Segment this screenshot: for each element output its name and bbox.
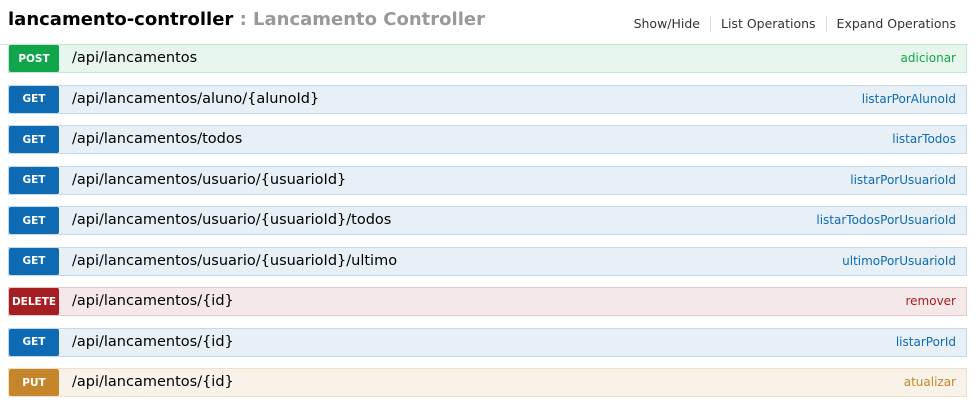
- http-method-badge[interactable]: POST: [9, 45, 59, 72]
- operation-path[interactable]: /api/lancamentos/usuario/{usuarioId}: [72, 167, 346, 194]
- http-method-badge[interactable]: GET: [9, 85, 59, 113]
- operation-name[interactable]: remover: [905, 288, 956, 315]
- operation-path[interactable]: /api/lancamentos/{id}: [72, 329, 234, 356]
- operation-name[interactable]: listarPorUsuarioId: [850, 167, 956, 194]
- operations-list: POST /api/lancamentos adicionar GET /api…: [8, 44, 967, 409]
- operation-row[interactable]: GET /api/lancamentos/usuario/{usuarioId}…: [8, 246, 967, 276]
- resource-title[interactable]: lancamento-controller : Lancamento Contr…: [8, 9, 485, 30]
- operation-row[interactable]: GET /api/lancamentos/aluno/{alunoId} lis…: [8, 84, 967, 114]
- operation-row[interactable]: GET /api/lancamentos/usuario/{usuarioId}…: [8, 165, 967, 195]
- http-method-badge[interactable]: GET: [9, 247, 59, 275]
- operation-path[interactable]: /api/lancamentos/{id}: [72, 288, 234, 315]
- operation-row[interactable]: POST /api/lancamentos adicionar: [8, 44, 967, 73]
- http-method-badge[interactable]: GET: [9, 166, 59, 194]
- operation-name[interactable]: ultimoPorUsuarioId: [842, 248, 956, 275]
- operation-row[interactable]: GET /api/lancamentos/todos listarTodos: [8, 125, 967, 154]
- http-method-badge[interactable]: PUT: [9, 369, 59, 396]
- operation-name[interactable]: listarPorId: [896, 329, 956, 356]
- resource-heading: lancamento-controller : Lancamento Contr…: [0, 0, 968, 45]
- http-method-badge[interactable]: GET: [9, 207, 59, 234]
- http-method-badge[interactable]: DELETE: [9, 288, 59, 315]
- resource-description: Lancamento Controller: [253, 9, 485, 30]
- operation-name[interactable]: listarPorAlunoId: [862, 86, 956, 113]
- operation-name[interactable]: listarTodos: [892, 126, 956, 153]
- operation-row[interactable]: PUT /api/lancamentos/{id} atualizar: [8, 368, 967, 397]
- http-method-badge[interactable]: GET: [9, 328, 59, 356]
- operation-row[interactable]: GET /api/lancamentos/usuario/{usuarioId}…: [8, 206, 967, 235]
- list-operations-link[interactable]: List Operations: [711, 16, 827, 32]
- operation-row[interactable]: GET /api/lancamentos/{id} listarPorId: [8, 327, 967, 357]
- operation-path[interactable]: /api/lancamentos/usuario/{usuarioId}/tod…: [72, 207, 391, 234]
- expand-operations-link[interactable]: Expand Operations: [827, 16, 962, 32]
- http-method-badge[interactable]: GET: [9, 126, 59, 153]
- operation-row[interactable]: DELETE /api/lancamentos/{id} remover: [8, 287, 967, 316]
- resource-separator: :: [233, 9, 254, 30]
- show-hide-link[interactable]: Show/Hide: [624, 16, 711, 32]
- operation-path[interactable]: /api/lancamentos/todos: [72, 126, 242, 153]
- operation-name[interactable]: listarTodosPorUsuarioId: [816, 207, 956, 234]
- operation-path[interactable]: /api/lancamentos/{id}: [72, 369, 234, 396]
- operation-name[interactable]: atualizar: [904, 369, 956, 396]
- operation-path[interactable]: /api/lancamentos: [72, 45, 197, 72]
- resource-options: Show/Hide List Operations Expand Operati…: [624, 16, 962, 32]
- operation-name[interactable]: adicionar: [901, 45, 956, 72]
- operation-path[interactable]: /api/lancamentos/aluno/{alunoId}: [72, 86, 319, 113]
- operation-path[interactable]: /api/lancamentos/usuario/{usuarioId}/ult…: [72, 248, 397, 275]
- resource-name[interactable]: lancamento-controller: [8, 9, 233, 30]
